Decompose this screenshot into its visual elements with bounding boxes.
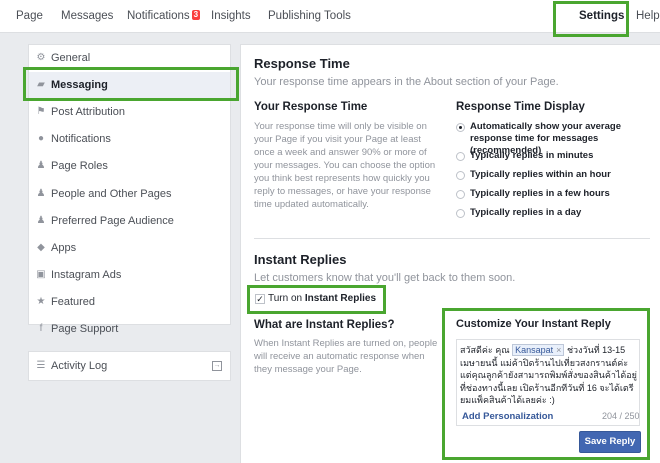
tab-help[interactable]: Help [636, 0, 660, 33]
gear-icon: ⚙ [36, 52, 46, 63]
response-time-display-heading: Response Time Display [456, 101, 585, 113]
sidebar-item-page-roles[interactable]: ♟ Page Roles [29, 153, 230, 180]
personalization-token[interactable]: Kansapat × [512, 344, 565, 356]
your-response-time-body: Your response time will only be visible … [254, 121, 436, 210]
sidebar-item-label: Page Roles [51, 160, 108, 172]
section-divider [254, 238, 650, 239]
tab-notifications[interactable]: Notifications 3 [127, 0, 201, 33]
radio-label: Typically replies in a few hours [470, 188, 610, 199]
response-time-subtitle: Your response time appears in the About … [254, 76, 559, 88]
radio-button[interactable] [456, 123, 465, 132]
settings-highlight [553, 1, 629, 37]
remove-token-icon[interactable]: × [556, 345, 561, 355]
radio-label: Typically replies in minutes [470, 150, 594, 161]
activity-log-panel[interactable]: ☰ Activity Log → [28, 351, 231, 381]
save-reply-button[interactable]: Save Reply [579, 431, 641, 453]
add-personalization-link[interactable]: Add Personalization [462, 411, 553, 422]
radio-button[interactable] [456, 171, 465, 180]
cube-icon: ◆ [37, 242, 45, 253]
radio-label: Typically replies within an hour [470, 169, 611, 180]
reply-message-text[interactable]: สวัสดีค่ะ คุณ Kansapat × ช่วงวันที่ 13-15… [460, 344, 638, 407]
tab-label: Messages [61, 10, 114, 22]
camera-icon: ▣ [36, 269, 46, 280]
sidebar-item-post-attribution[interactable]: ⚑ Post Attribution [29, 99, 230, 126]
globe-icon: ● [37, 133, 45, 144]
sidebar-item-instagram-ads[interactable]: ▣ Instagram Ads [29, 262, 230, 289]
tab-label: Page [16, 10, 43, 22]
radio-button[interactable] [456, 209, 465, 218]
customize-reply-title: Customize Your Instant Reply [456, 318, 611, 330]
message-greeting: สวัสดีค่ะ คุณ [460, 345, 510, 355]
your-response-time-heading: Your Response Time [254, 101, 368, 113]
notification-badge: 3 [191, 10, 201, 20]
sidebar-item-label: Page Support [51, 323, 119, 335]
radio-button[interactable] [456, 152, 465, 161]
radio-label: Typically replies in a day [470, 207, 582, 218]
what-are-instant-replies-heading: What are Instant Replies? [254, 319, 395, 331]
what-are-instant-replies-body: When Instant Replies are turned on, peop… [254, 338, 438, 375]
radio-a-day[interactable]: Typically replies in a day [456, 207, 651, 219]
checkbox-highlight [247, 285, 386, 314]
person-plus-icon: ♟ [36, 188, 46, 199]
sidebar-item-label: Instagram Ads [51, 269, 122, 281]
sidebar-item-notifications[interactable]: ● Notifications [29, 126, 230, 153]
character-counter: 204 / 250 [602, 411, 640, 421]
person-icon: ♟ [36, 160, 46, 171]
tab-publishing-tools[interactable]: Publishing Tools [268, 0, 351, 33]
flag-icon: ⚑ [36, 106, 46, 117]
sidebar-item-label: Notifications [51, 133, 111, 145]
sidebar-item-label: Apps [51, 242, 77, 254]
sidebar-item-label: Featured [51, 296, 96, 308]
response-time-title: Response Time [254, 56, 350, 71]
instant-replies-title: Instant Replies [254, 252, 347, 267]
sidebar-item-apps[interactable]: ◆ Apps [29, 235, 230, 262]
sidebar-item-featured[interactable]: ★ Featured [29, 289, 230, 316]
tab-label: Notifications [127, 10, 190, 22]
sidebar-item-label: Post Attribution [51, 106, 125, 118]
instant-replies-subtitle: Let customers know that you'll get back … [254, 272, 516, 284]
tab-label: Insights [211, 10, 251, 22]
activity-log-label: Activity Log [51, 360, 108, 372]
facebook-icon: f [39, 323, 43, 334]
star-icon: ★ [36, 296, 46, 307]
radio-within-hour[interactable]: Typically replies within an hour [456, 169, 651, 181]
person-target-icon: ♟ [36, 215, 46, 226]
tab-label: Publishing Tools [268, 10, 351, 22]
radio-few-hours[interactable]: Typically replies in a few hours [456, 188, 651, 200]
radio-button[interactable] [456, 190, 465, 199]
messaging-highlight [23, 67, 239, 101]
tab-messages[interactable]: Messages [61, 0, 113, 33]
exit-icon: → [212, 361, 222, 371]
sidebar-item-label: General [51, 52, 91, 64]
sidebar-item-page-support[interactable]: f Page Support [29, 316, 230, 335]
sidebar-item-preferred-page-audience[interactable]: ♟ Preferred Page Audience [29, 208, 230, 235]
tab-label: Help [636, 10, 660, 22]
sidebar-item-label: People and Other Pages [51, 188, 172, 200]
list-icon: ☰ [36, 360, 46, 371]
radio-minutes[interactable]: Typically replies in minutes [456, 150, 651, 162]
tab-insights[interactable]: Insights [211, 0, 251, 33]
tab-page[interactable]: Page [16, 0, 43, 33]
sidebar-item-label: Preferred Page Audience [51, 215, 174, 227]
sidebar-item-people-and-other-pages[interactable]: ♟ People and Other Pages [29, 181, 230, 208]
token-label: Kansapat [515, 345, 554, 355]
